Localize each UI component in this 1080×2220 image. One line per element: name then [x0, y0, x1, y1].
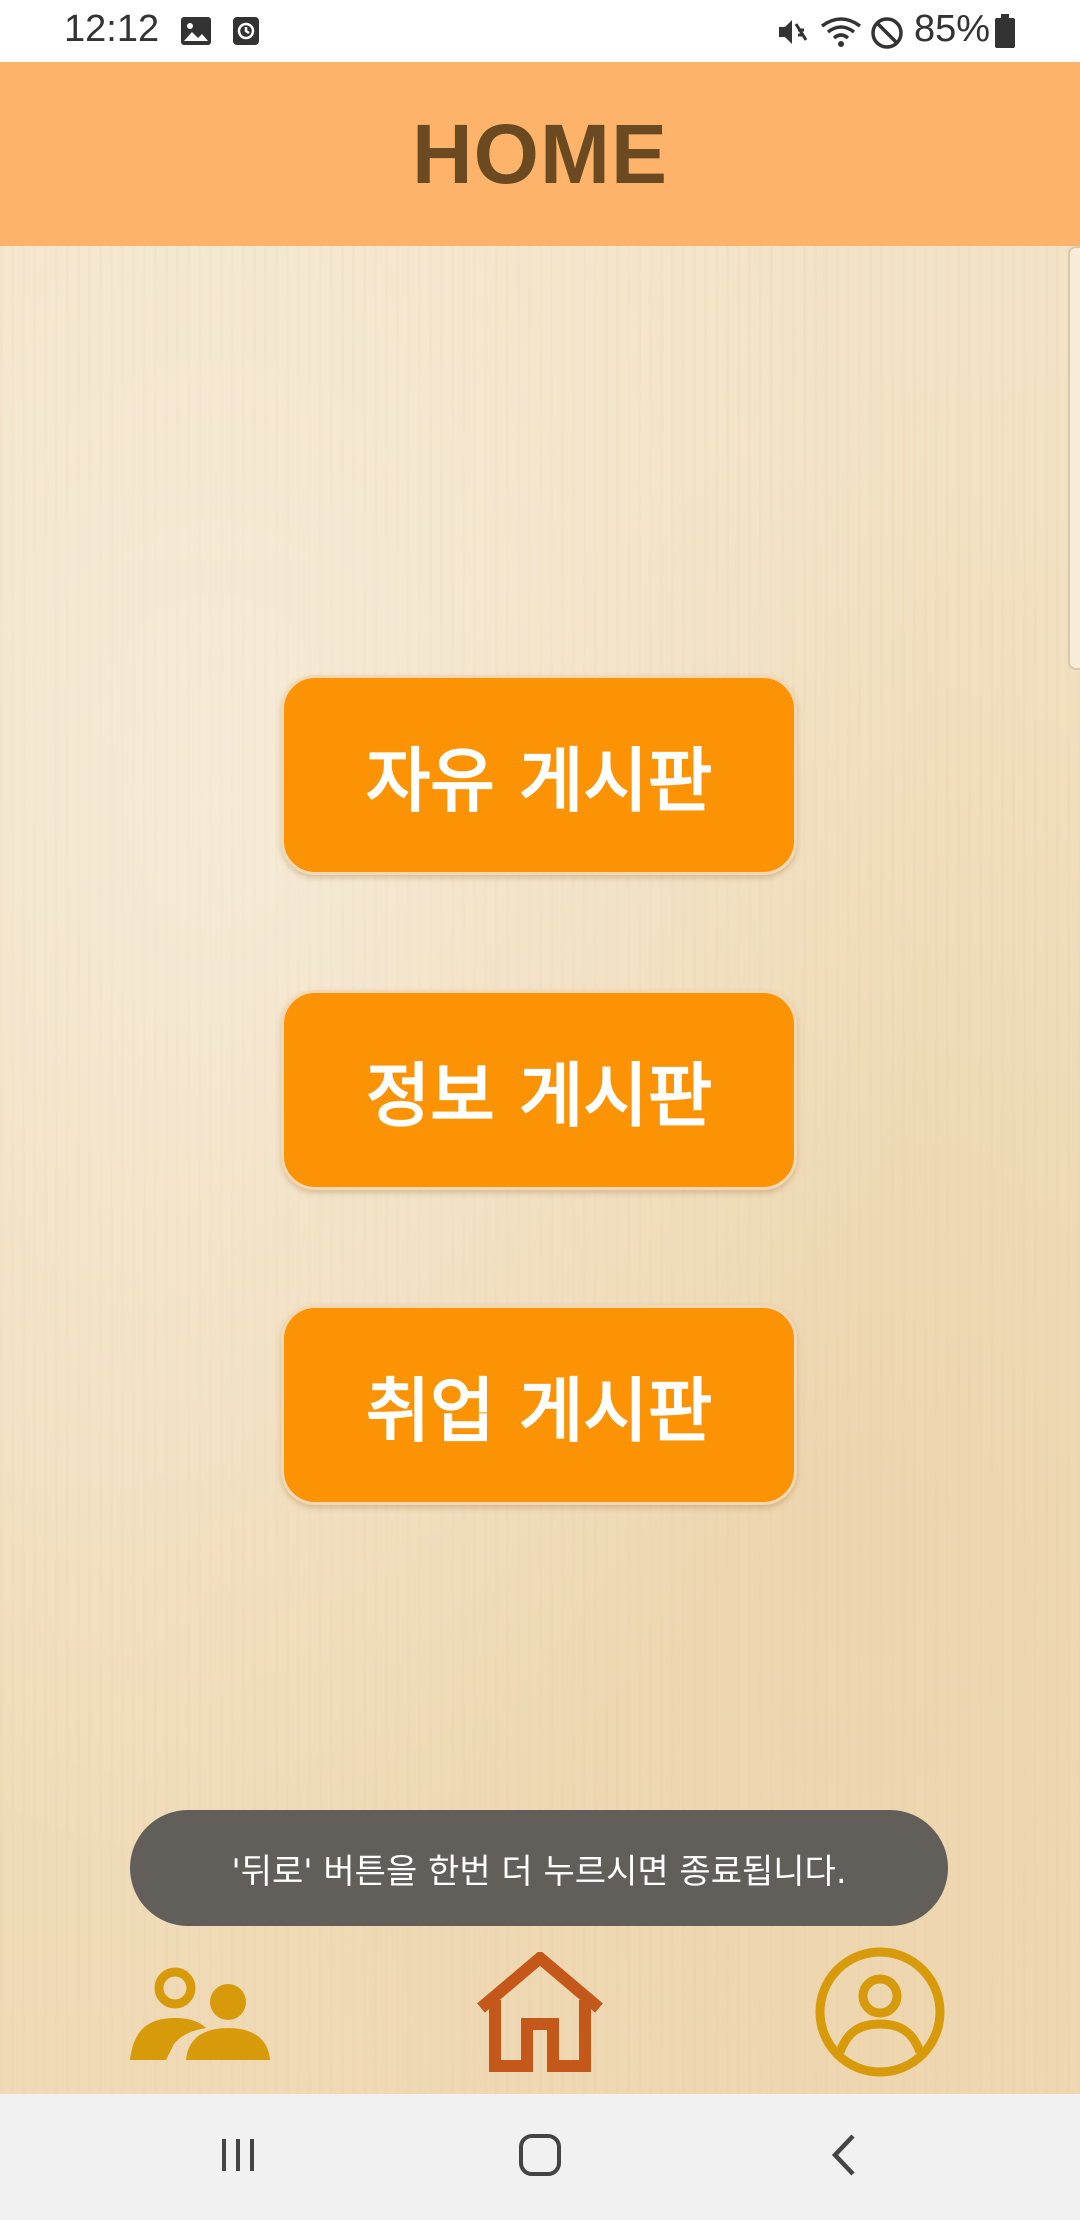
nav-profile[interactable]	[790, 1934, 970, 2094]
info-board-label: 정보 게시판	[365, 1054, 713, 1137]
image-icon	[180, 16, 212, 50]
people-icon	[130, 1962, 270, 2066]
home-icon	[475, 1950, 605, 2076]
job-board-button[interactable]: 취업 게시판	[281, 1305, 797, 1505]
bottom-nav	[0, 1934, 1080, 2094]
profile-icon	[814, 1946, 946, 2082]
nav-community[interactable]	[110, 1934, 290, 2094]
status-bar: 12:12 85%	[0, 0, 1080, 62]
free-board-label: 자유 게시판	[365, 739, 713, 822]
back-button[interactable]	[774, 2094, 914, 2220]
wifi-icon	[820, 16, 862, 52]
recents-icon	[218, 2135, 258, 2179]
home-button-icon	[517, 2132, 563, 2182]
back-icon	[829, 2132, 859, 2182]
page-title: HOME	[412, 106, 668, 201]
battery-icon	[994, 14, 1016, 52]
recents-button[interactable]	[168, 2094, 308, 2220]
battery-percent: 85%	[914, 8, 991, 50]
job-board-label: 취업 게시판	[365, 1369, 713, 1452]
nav-home[interactable]	[450, 1934, 630, 2094]
system-nav-bar	[0, 2094, 1080, 2220]
mute-icon	[776, 16, 810, 52]
edge-panel-handle[interactable]	[1068, 246, 1080, 670]
toast-message: '뒤로' 버튼을 한번 더 누르시면 종료됩니다.	[231, 1851, 847, 1892]
alarm-icon	[232, 16, 260, 50]
block-icon	[870, 16, 904, 54]
home-button[interactable]	[470, 2094, 610, 2220]
info-board-button[interactable]: 정보 게시판	[281, 990, 797, 1190]
exit-toast: '뒤로' 버튼을 한번 더 누르시면 종료됩니다.	[130, 1810, 948, 1926]
app-bar: HOME	[0, 62, 1080, 246]
status-time: 12:12	[64, 8, 160, 50]
free-board-button[interactable]: 자유 게시판	[281, 675, 797, 875]
